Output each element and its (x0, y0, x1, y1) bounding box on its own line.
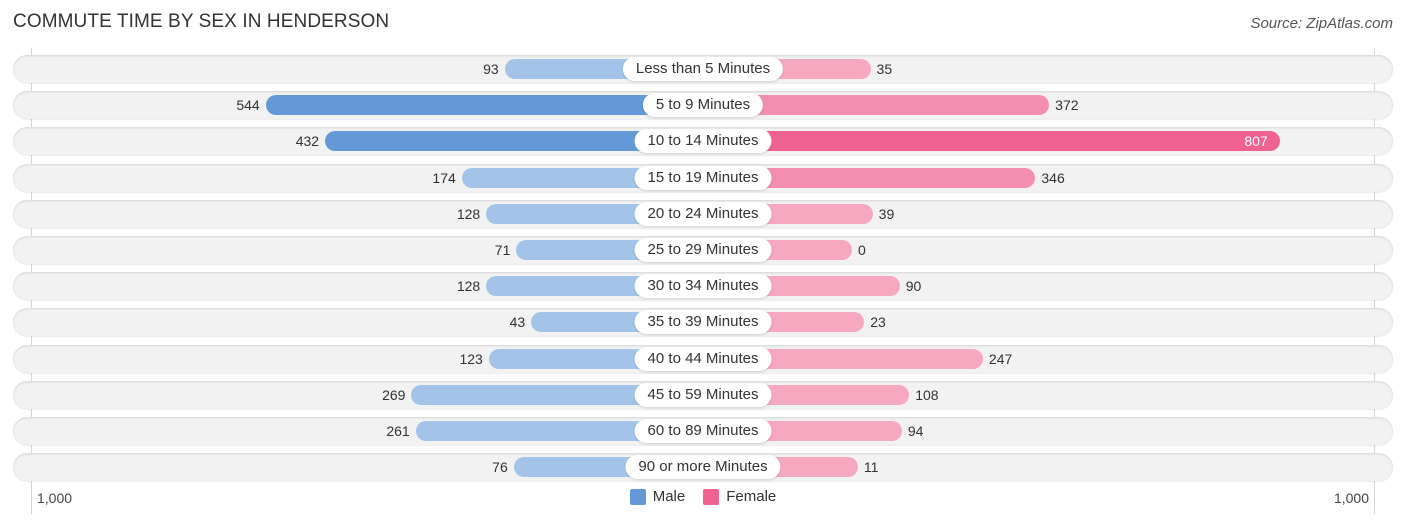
category-label: 25 to 29 Minutes (634, 238, 772, 262)
chart-row: 90 or more Minutes 76 11 (13, 453, 1393, 482)
male-value-label: 269 (382, 386, 406, 403)
male-value-label: 432 (295, 133, 320, 150)
female-value-label: 346 (1041, 169, 1065, 186)
chart-row: 15 to 19 Minutes 174 346 (13, 163, 1393, 192)
male-value-label: 261 (386, 423, 410, 439)
female-value-label: 90 (905, 278, 922, 295)
category-label: 5 to 9 Minutes (642, 93, 764, 118)
female-value-label: 0 (858, 242, 866, 258)
legend: Male Female (0, 488, 1406, 505)
category-label: 10 to 14 Minutes (634, 129, 772, 154)
category-label: 40 to 44 Minutes (634, 346, 772, 371)
category-label: 60 to 89 Minutes (634, 419, 772, 443)
female-bar[interactable] (703, 131, 1280, 152)
category-label: 90 or more Minutes (625, 455, 781, 480)
male-swatch-icon (629, 488, 646, 505)
chart-row: 25 to 29 Minutes 71 0 (13, 236, 1393, 264)
male-bar[interactable] (265, 95, 703, 116)
male-value-label: 71 (494, 242, 511, 258)
category-label: 15 to 19 Minutes (634, 165, 772, 190)
category-label: 20 to 24 Minutes (634, 201, 772, 226)
female-value-label: 247 (988, 350, 1013, 367)
male-value-label: 128 (456, 278, 481, 295)
male-value-label: 93 (483, 61, 499, 77)
legend-label-female: Female (726, 488, 777, 505)
legend-label-male: Male (652, 488, 686, 505)
female-value-label: 94 (907, 423, 924, 439)
male-value-label: 123 (459, 350, 483, 367)
category-label: 45 to 59 Minutes (634, 382, 772, 407)
category-label: 30 to 34 Minutes (634, 274, 772, 299)
female-value-label: 372 (1055, 97, 1079, 114)
legend-item-female[interactable]: Female (703, 488, 776, 505)
male-value-label: 174 (432, 169, 456, 186)
category-label: Less than 5 Minutes (622, 57, 784, 81)
female-value-label: 23 (870, 314, 886, 331)
chart-row: 45 to 59 Minutes 269 108 (13, 380, 1393, 409)
male-value-label: 544 (236, 97, 260, 114)
legend-item-male[interactable]: Male (629, 488, 686, 505)
female-value-label: 39 (878, 205, 895, 222)
chart-title: COMMUTE TIME BY SEX IN HENDERSON (13, 11, 390, 32)
female-value-label: 11 (863, 459, 879, 476)
male-value-label: 76 (492, 459, 508, 476)
source-label: Source: ZipAtlas.com (1250, 15, 1393, 32)
female-value-label: 807 (1244, 133, 1268, 150)
chart-row: 30 to 34 Minutes 128 90 (13, 272, 1393, 301)
female-swatch-icon (703, 488, 720, 505)
chart-row: 5 to 9 Minutes 544 372 (13, 91, 1393, 120)
chart-row: Less than 5 Minutes 93 35 (13, 55, 1393, 83)
female-value-label: 35 (876, 61, 893, 77)
chart-row: 35 to 39 Minutes 43 23 (13, 308, 1393, 337)
chart-row: 20 to 24 Minutes 128 39 (13, 199, 1393, 228)
male-value-label: 43 (509, 314, 526, 331)
category-label: 35 to 39 Minutes (634, 310, 772, 335)
female-value-label: 108 (915, 386, 939, 403)
chart-row: 60 to 89 Minutes 261 94 (13, 417, 1393, 445)
chart-row: 10 to 14 Minutes 432 807 (13, 127, 1393, 156)
chart-row: 40 to 44 Minutes 123 247 (13, 344, 1393, 373)
male-value-label: 128 (456, 205, 481, 222)
